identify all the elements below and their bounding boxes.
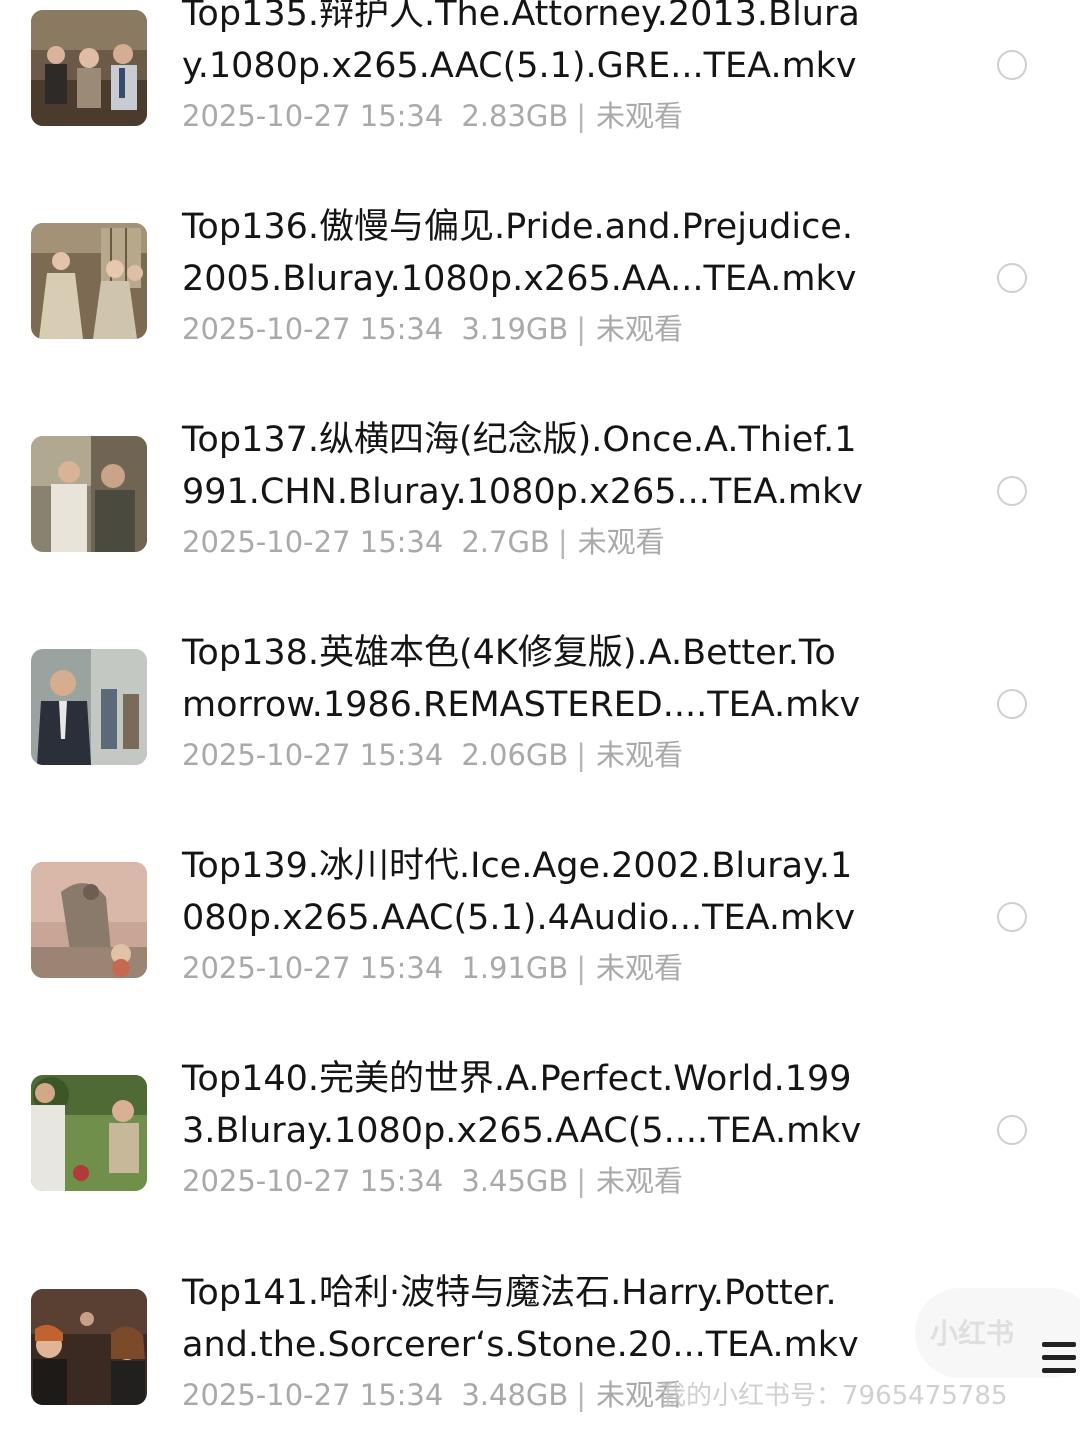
file-name-line-2: 3.Bluray.1080p.x265.AAC(5....TEA.mkv: [182, 1111, 862, 1151]
video-thumbnail[interactable]: [31, 223, 147, 339]
menu-bar: [1042, 1342, 1076, 1347]
divider: |: [576, 312, 587, 346]
file-meta: 2025-10-27 15:34 1.91GB | 未观看: [182, 948, 683, 988]
file-name-line-2: morrow.1986.REMASTERED....TEA.mkv: [182, 685, 861, 725]
courtroom-scene-icon: [31, 10, 147, 126]
file-name-line-1: Top135.辩护人.The.Attorney.2013.Blura: [182, 0, 860, 34]
list-item[interactable]: Top141.哈利·波特与魔法石.Harry.Potter. and.the.S…: [0, 1273, 1080, 1439]
file-date: 2025-10-27 15:34: [182, 312, 444, 346]
period-drama-scene-icon: [31, 223, 147, 339]
file-name[interactable]: Top138.英雄本色(4K修复版).A.Better.To morrow.19…: [182, 627, 882, 731]
divider: |: [576, 738, 587, 772]
watch-status: 未观看: [596, 951, 684, 985]
classroom-scene-icon: [31, 1289, 147, 1405]
file-name-line-1: Top136.傲慢与偏见.Pride.and.Prejudice.: [182, 207, 853, 247]
file-date: 2025-10-27 15:34: [182, 99, 444, 133]
file-date: 2025-10-27 15:34: [182, 1378, 444, 1412]
list-item[interactable]: Top135.辩护人.The.Attorney.2013.Blura y.108…: [0, 0, 1080, 160]
file-name[interactable]: Top141.哈利·波特与魔法石.Harry.Potter. and.the.S…: [182, 1267, 882, 1371]
select-radio[interactable]: [997, 902, 1027, 932]
divider: |: [576, 1378, 587, 1412]
file-name[interactable]: Top136.傲慢与偏见.Pride.and.Prejudice. 2005.B…: [182, 201, 882, 305]
watch-status: 未观看: [596, 99, 684, 133]
file-date: 2025-10-27 15:34: [182, 951, 444, 985]
video-thumbnail[interactable]: [31, 436, 147, 552]
file-size: 2.83GB: [461, 99, 569, 133]
file-name[interactable]: Top139.冰川时代.Ice.Age.2002.Bluray.1 080p.x…: [182, 840, 882, 944]
video-thumbnail[interactable]: [31, 649, 147, 765]
file-name-line-1: Top137.纵横四海(纪念版).Once.A.Thief.1: [182, 420, 857, 460]
file-size: 1.91GB: [461, 951, 569, 985]
list-item[interactable]: Top137.纵横四海(纪念版).Once.A.Thief.1 991.CHN.…: [0, 420, 1080, 586]
file-name-line-1: Top140.完美的世界.A.Perfect.World.199: [182, 1059, 852, 1099]
file-name-line-2: 080p.x265.AAC(5.1).4Audio...TEA.mkv: [182, 898, 856, 938]
video-thumbnail[interactable]: [31, 1075, 147, 1191]
file-meta: 2025-10-27 15:34 3.45GB | 未观看: [182, 1161, 683, 1201]
list-item[interactable]: Top136.傲慢与偏见.Pride.and.Prejudice. 2005.B…: [0, 207, 1080, 373]
list-item[interactable]: Top139.冰川时代.Ice.Age.2002.Bluray.1 080p.x…: [0, 846, 1080, 1012]
file-size: 2.06GB: [461, 738, 569, 772]
watch-status: 未观看: [577, 525, 665, 559]
list-item[interactable]: Top140.完美的世界.A.Perfect.World.199 3.Blura…: [0, 1059, 1080, 1225]
file-size: 3.48GB: [461, 1378, 569, 1412]
grass-field-scene-icon: [31, 1075, 147, 1191]
animated-scene-icon: [31, 862, 147, 978]
menu-bar: [1042, 1368, 1076, 1373]
file-size: 3.45GB: [461, 1164, 569, 1198]
watermark-logo: 小红书: [930, 1317, 1015, 1350]
watch-status: 未观看: [596, 738, 684, 772]
file-name-line-2: y.1080p.x265.AAC(5.1).GRE...TEA.mkv: [182, 46, 857, 86]
file-name-line-2: 2005.Bluray.1080p.x265.AA...TEA.mkv: [182, 259, 857, 299]
video-thumbnail[interactable]: [31, 862, 147, 978]
file-name-line-1: Top141.哈利·波特与魔法石.Harry.Potter.: [182, 1273, 837, 1313]
file-date: 2025-10-27 15:34: [182, 738, 444, 772]
watermark-id: 我的小红书号：7965475785: [660, 1381, 1008, 1411]
divider: |: [576, 951, 587, 985]
divider: |: [576, 99, 587, 133]
file-name-line-2: and.the.Sorcerer‘s.Stone.20...TEA.mkv: [182, 1325, 859, 1365]
file-meta: 2025-10-27 15:34 2.83GB | 未观看: [182, 96, 683, 136]
watch-status: 未观看: [596, 1164, 684, 1198]
file-name[interactable]: Top140.完美的世界.A.Perfect.World.199 3.Blura…: [182, 1053, 882, 1157]
watch-status: 未观看: [596, 312, 684, 346]
menu-bar: [1042, 1355, 1076, 1360]
select-radio[interactable]: [997, 1115, 1027, 1145]
file-size: 3.19GB: [461, 312, 569, 346]
select-radio[interactable]: [997, 689, 1027, 719]
file-meta: 2025-10-27 15:34 3.19GB | 未观看: [182, 309, 683, 349]
file-meta: 2025-10-27 15:34 2.06GB | 未观看: [182, 735, 683, 775]
file-name-line-1: Top139.冰川时代.Ice.Age.2002.Bluray.1: [182, 846, 853, 886]
divider: |: [576, 1164, 587, 1198]
file-name[interactable]: Top135.辩护人.The.Attorney.2013.Blura y.108…: [182, 0, 882, 92]
file-meta: 2025-10-27 15:34 2.7GB | 未观看: [182, 522, 665, 562]
divider: |: [557, 525, 568, 559]
file-size: 2.7GB: [461, 525, 550, 559]
file-list: Top135.辩护人.The.Attorney.2013.Blura y.108…: [0, 0, 1080, 1440]
select-radio[interactable]: [997, 263, 1027, 293]
select-radio[interactable]: [997, 476, 1027, 506]
file-meta: 2025-10-27 15:34 3.48GB | 未观看: [182, 1375, 683, 1415]
hamburger-menu-icon[interactable]: [1042, 1340, 1078, 1376]
file-name[interactable]: Top137.纵横四海(纪念版).Once.A.Thief.1 991.CHN.…: [182, 414, 882, 518]
video-thumbnail[interactable]: [31, 10, 147, 126]
list-item[interactable]: Top138.英雄本色(4K修复版).A.Better.To morrow.19…: [0, 633, 1080, 799]
video-thumbnail[interactable]: [31, 1289, 147, 1405]
file-date: 2025-10-27 15:34: [182, 1164, 444, 1198]
file-name-line-2: 991.CHN.Bluray.1080p.x265...TEA.mkv: [182, 472, 863, 512]
file-date: 2025-10-27 15:34: [182, 525, 444, 559]
two-men-scene-icon: [31, 436, 147, 552]
select-radio[interactable]: [997, 50, 1027, 80]
file-name-line-1: Top138.英雄本色(4K修复版).A.Better.To: [182, 633, 836, 673]
suit-man-scene-icon: [31, 649, 147, 765]
